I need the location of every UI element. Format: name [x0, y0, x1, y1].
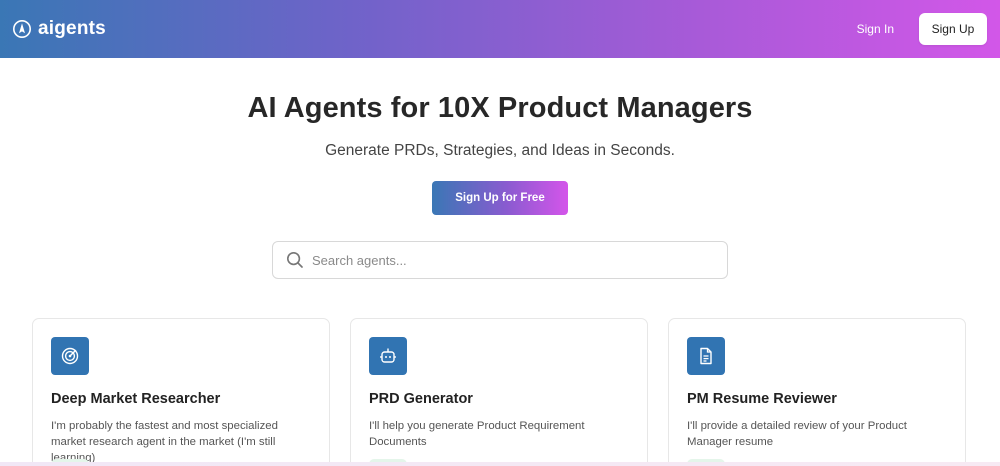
page: aigents Sign In Sign Up AI Agents for 10… — [0, 0, 1000, 466]
agent-card-prd-generator[interactable]: PRD Generator I'll help you generate Pro… — [350, 318, 648, 466]
radar-icon — [51, 337, 89, 375]
card-title: Deep Market Researcher — [51, 391, 221, 407]
card-description: I'll provide a detailed review of your P… — [687, 420, 907, 448]
sign-in-link[interactable]: Sign In — [857, 22, 894, 36]
sign-up-button[interactable]: Sign Up — [919, 13, 987, 45]
brand-logo[interactable]: aigents — [12, 18, 106, 40]
top-nav-bar: aigents Sign In Sign Up — [0, 0, 1000, 58]
sign-up-free-button[interactable]: Sign Up for Free — [432, 181, 568, 215]
card-description: I'll help you generate Product Requireme… — [369, 420, 585, 448]
card-title: PM Resume Reviewer — [687, 391, 837, 407]
search-box[interactable] — [272, 241, 728, 279]
search-icon — [286, 251, 304, 269]
document-icon — [687, 337, 725, 375]
robot-icon — [369, 337, 407, 375]
card-description: I'm probably the fastest and most specia… — [51, 420, 278, 464]
card-title: PRD Generator — [369, 391, 473, 407]
bottom-divider — [0, 462, 1000, 466]
header-actions: Sign In Sign Up — [857, 13, 987, 45]
compass-icon — [12, 19, 32, 39]
agent-card-deep-market-researcher[interactable]: Deep Market Researcher I'm probably the … — [32, 318, 330, 466]
hero-title: AI Agents for 10X Product Managers — [247, 92, 753, 124]
search-input[interactable] — [312, 252, 692, 268]
brand-name: aigents — [38, 18, 106, 39]
agent-card-pm-resume-reviewer[interactable]: PM Resume Reviewer I'll provide a detail… — [668, 318, 966, 466]
hero-subtitle: Generate PRDs, Strategies, and Ideas in … — [325, 142, 675, 159]
